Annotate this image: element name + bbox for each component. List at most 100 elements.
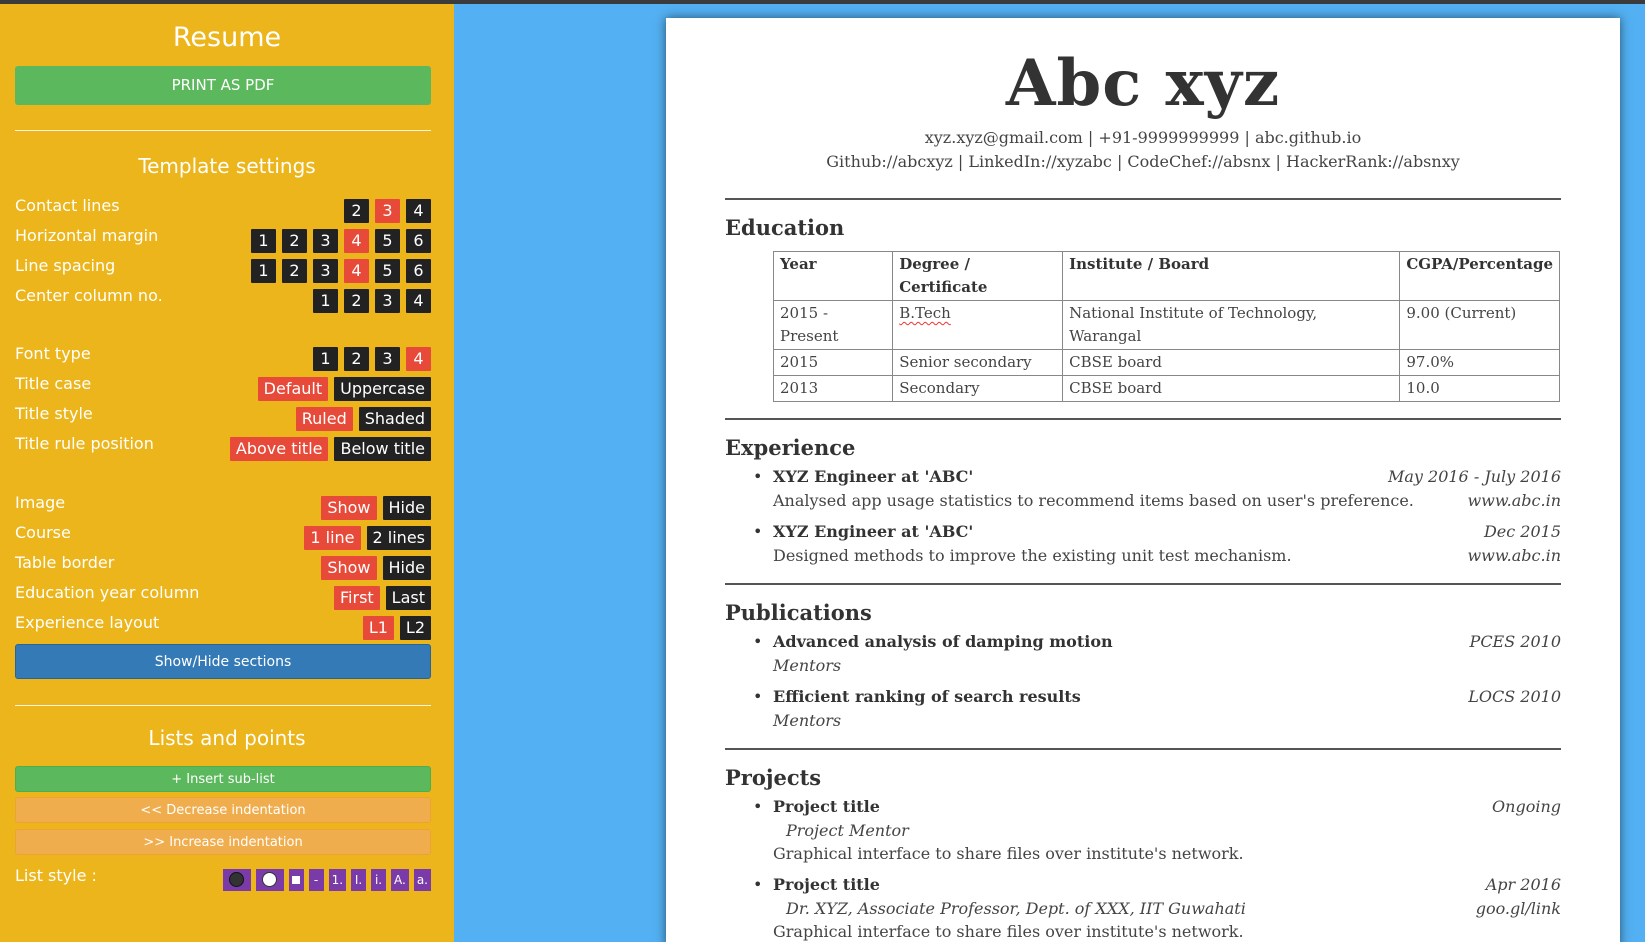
contact-line-1[interactable]: xyz.xyz@gmail.com | +91-9999999999 | abc… [666, 128, 1620, 147]
table-cell[interactable]: 2015 [772, 349, 894, 376]
setting-option-button[interactable]: L1 [362, 616, 394, 640]
project-desc[interactable]: Graphical interface to share files over … [773, 844, 1561, 863]
setting-option-button[interactable]: 5 [375, 259, 400, 283]
table-cell[interactable]: 10.0 [1399, 375, 1560, 402]
print-pdf-button[interactable]: PRINT AS PDF [15, 66, 431, 105]
experience-title[interactable]: Experience [725, 435, 855, 460]
experience-item[interactable]: XYZ Engineer at 'ABC' Dec 2015 [773, 522, 1561, 541]
setting-option-button[interactable]: Ruled [295, 407, 353, 431]
setting-option-button[interactable]: Show [321, 556, 377, 580]
publications-title[interactable]: Publications [725, 600, 872, 625]
contact-line-2[interactable]: Github://abcxyz | LinkedIn://xyzabc | Co… [666, 152, 1620, 171]
resume-name[interactable]: Abc xyz [666, 46, 1620, 121]
project-title: Project title [773, 875, 880, 894]
bullet-icon: • [753, 875, 763, 894]
table-cell[interactable]: Senior secondary [892, 349, 1064, 376]
list-style-upper-roman-button[interactable]: I. [351, 869, 367, 891]
setting-option-button[interactable]: 2 [282, 259, 307, 283]
setting-option-button[interactable]: 1 [251, 229, 276, 253]
publication-sub[interactable]: Mentors [773, 711, 1561, 730]
publication-item[interactable]: Advanced analysis of damping motion PCES… [773, 632, 1561, 651]
setting-option-button[interactable]: 1 [313, 289, 338, 313]
table-cell[interactable]: CBSE board [1062, 349, 1401, 376]
list-style-lower-alpha-button[interactable]: a. [413, 869, 431, 891]
table-header[interactable]: Degree / Certificate [892, 251, 1064, 301]
experience-item[interactable]: XYZ Engineer at 'ABC' May 2016 - July 20… [773, 467, 1561, 486]
setting-option-button[interactable]: 4 [406, 347, 431, 371]
table-cell[interactable]: B.Tech [892, 300, 1064, 350]
project-mentor[interactable]: Project Mentor [773, 821, 1561, 840]
setting-option-button[interactable]: 6 [406, 259, 431, 283]
publication-item[interactable]: Efficient ranking of search results LOCS… [773, 687, 1561, 706]
setting-option-button[interactable]: 2 [282, 229, 307, 253]
insert-sublist-button[interactable]: + Insert sub-list [15, 766, 431, 792]
education-title[interactable]: Education [725, 215, 844, 240]
setting-option-button[interactable]: Show [321, 496, 377, 520]
project-item[interactable]: Project title Apr 2016 [773, 875, 1561, 894]
table-cell[interactable]: 2013 [772, 375, 894, 402]
list-style-upper-alpha-button[interactable]: A. [391, 869, 409, 891]
list-style-dash-button[interactable]: - [308, 869, 324, 891]
experience-desc-line[interactable]: Analysed app usage statistics to recomme… [773, 491, 1561, 510]
setting-option-button[interactable]: 4 [406, 289, 431, 313]
setting-option-button[interactable]: 2 [344, 289, 369, 313]
table-header[interactable]: Year [772, 251, 894, 301]
setting-option-button[interactable]: Hide [382, 556, 431, 580]
setting-option-button[interactable]: Below title [334, 437, 431, 461]
setting-option-button[interactable]: 4 [406, 199, 431, 223]
setting-option-button[interactable]: 2 lines [366, 526, 431, 550]
table-cell[interactable]: 2015 - Present [772, 300, 894, 350]
project-mentor-line[interactable]: Dr. XYZ, Associate Professor, Dept. of X… [773, 899, 1561, 918]
resume-page[interactable]: Abc xyz xyz.xyz@gmail.com | +91-99999999… [666, 18, 1620, 942]
list-style-lower-roman-button[interactable]: i. [371, 869, 387, 891]
table-cell[interactable]: 9.00 (Current) [1399, 300, 1560, 350]
sidebar-title: Resume [172, 22, 282, 53]
setting-option-button[interactable]: L2 [399, 616, 431, 640]
section-rule [725, 418, 1561, 420]
setting-label: Table border [15, 553, 115, 572]
setting-option-button[interactable]: 6 [406, 229, 431, 253]
setting-option-button[interactable]: 2 [344, 199, 369, 223]
setting-option-button[interactable]: 3 [375, 199, 400, 223]
show-hide-sections-button[interactable]: Show/Hide sections [15, 644, 431, 679]
increase-indentation-button[interactable]: >> Increase indentation [15, 829, 431, 855]
projects-title[interactable]: Projects [725, 765, 821, 790]
setting-option-button[interactable]: Uppercase [334, 377, 431, 401]
setting-option-button[interactable]: 2 [344, 347, 369, 371]
setting-option-button[interactable]: 3 [313, 229, 338, 253]
table-cell[interactable]: CBSE board [1062, 375, 1401, 402]
setting-option-button[interactable]: 3 [375, 289, 400, 313]
list-style-numeric-button[interactable]: 1. [328, 869, 347, 891]
experience-link: www.abc.in [1467, 491, 1561, 510]
setting-option-button[interactable]: Last [385, 586, 431, 610]
setting-option-button[interactable]: 3 [375, 347, 400, 371]
setting-row-table-border: Table border Show Hide [15, 553, 431, 580]
setting-option-button[interactable]: Shaded [358, 407, 431, 431]
setting-option-button[interactable]: Above title [229, 437, 329, 461]
table-header[interactable]: CGPA/Percentage [1399, 251, 1560, 301]
setting-option-button[interactable]: Hide [382, 496, 431, 520]
list-style-square-button[interactable] [288, 869, 304, 891]
table-cell[interactable]: 97.0% [1399, 349, 1560, 376]
setting-option-button[interactable]: Default [257, 377, 329, 401]
list-style-disc-button[interactable] [222, 869, 251, 891]
setting-option-button[interactable]: 4 [344, 229, 369, 253]
table-cell[interactable]: Secondary [892, 375, 1064, 402]
decrease-indentation-button[interactable]: << Decrease indentation [15, 797, 431, 823]
experience-desc: Analysed app usage statistics to recomme… [773, 491, 1414, 510]
setting-option-button[interactable]: 5 [375, 229, 400, 253]
publication-sub[interactable]: Mentors [773, 656, 1561, 675]
setting-option-button[interactable]: 1 line [304, 526, 361, 550]
setting-option-button[interactable]: 1 [251, 259, 276, 283]
table-header[interactable]: Institute / Board [1062, 251, 1401, 301]
setting-option-button[interactable]: First [334, 586, 380, 610]
setting-option-button[interactable]: 4 [344, 259, 369, 283]
project-desc[interactable]: Graphical interface to share files over … [773, 922, 1561, 941]
table-cell[interactable]: National Institute of Technology, Warang… [1062, 300, 1401, 350]
setting-option-button[interactable]: 1 [313, 347, 338, 371]
list-style-circle-button[interactable] [255, 869, 284, 891]
setting-label: Contact lines [15, 196, 120, 215]
project-item[interactable]: Project title Ongoing [773, 797, 1561, 816]
experience-desc-line[interactable]: Designed methods to improve the existing… [773, 546, 1561, 565]
setting-option-button[interactable]: 3 [313, 259, 338, 283]
